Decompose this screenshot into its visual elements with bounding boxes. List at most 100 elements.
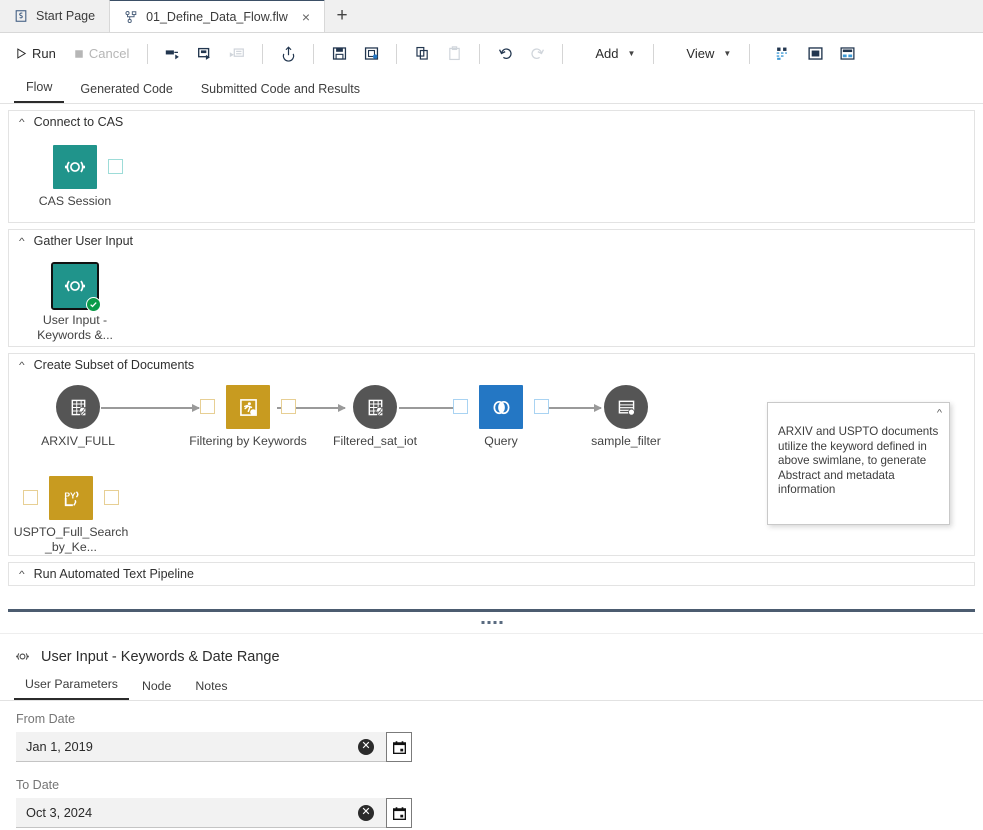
copy-icon[interactable] <box>407 40 437 68</box>
add-menu-button[interactable]: Add ▼ <box>587 40 643 68</box>
annotation-text: ARXIV and USPTO documents utilize the ke… <box>778 425 939 496</box>
node-cas-session[interactable]: CAS Session <box>11 145 139 209</box>
node-input-port[interactable] <box>200 399 215 414</box>
chevron-up-icon[interactable]: ^ <box>19 569 25 579</box>
upload-icon[interactable] <box>273 40 303 68</box>
from-date-value: Jan 1, 2019 <box>26 739 93 754</box>
tab-flow-file[interactable]: 01_Define_Data_Flow.flw × <box>109 0 326 32</box>
node-query[interactable]: Query <box>437 385 565 449</box>
node-icon-box <box>604 385 648 429</box>
node-arxiv-full[interactable]: ARXIV_FULL <box>14 385 142 449</box>
swimlane-header[interactable]: ^ Connect to CAS <box>9 111 974 133</box>
add-menu-label: Add <box>595 46 619 61</box>
cancel-button: Cancel <box>66 40 137 68</box>
run-selected-node-icon[interactable] <box>190 40 220 68</box>
swimlane-body: User Input - Keywords &... <box>9 252 974 342</box>
from-date-input[interactable]: Jan 1, 2019 ✕ <box>16 732 386 762</box>
node-sample-filter[interactable]: sample_filter <box>562 385 690 449</box>
field-from-date: From Date Jan 1, 2019 ✕ <box>0 712 983 762</box>
node-filtering-by-keywords[interactable]: Filtering by Keywords <box>184 385 312 449</box>
calendar-icon <box>392 806 407 821</box>
view-menu-button[interactable]: View ▼ <box>678 40 739 68</box>
chevron-up-icon[interactable]: ^ <box>19 360 25 370</box>
node-shell: PY <box>23 476 119 520</box>
save-as-icon[interactable] <box>356 40 386 68</box>
node-label: Filtered_sat_iot <box>332 434 418 448</box>
chevron-up-icon[interactable]: ^ <box>19 117 25 127</box>
grip-dot <box>481 621 484 624</box>
toolbar-divider <box>653 43 655 64</box>
node-filtered-sat-iot[interactable]: Filtered_sat_iot <box>311 385 439 449</box>
from-date-calendar-button[interactable] <box>386 732 412 762</box>
properties-title-label: User Input - Keywords & Date Range <box>41 648 280 665</box>
node-input-port[interactable] <box>453 399 468 414</box>
new-tab-button[interactable]: + <box>325 0 359 32</box>
tab-node[interactable]: Node <box>131 679 182 700</box>
swimlane-header[interactable]: ^ Create Subset of Documents <box>9 354 974 376</box>
node-icon-box <box>51 262 101 312</box>
close-icon[interactable]: × <box>302 10 310 24</box>
clear-icon[interactable]: ✕ <box>358 738 374 755</box>
to-date-input[interactable]: Oct 3, 2024 ✕ <box>16 798 386 828</box>
properties-title: User Input - Keywords & Date Range <box>0 644 983 665</box>
tab-generated-code[interactable]: Generated Code <box>68 82 184 103</box>
node-output-port[interactable] <box>281 399 296 414</box>
save-icon[interactable] <box>324 40 354 68</box>
run-button[interactable]: Run <box>8 40 64 68</box>
panel-splitter[interactable] <box>0 612 983 634</box>
node-output-port[interactable] <box>104 490 119 505</box>
swimlane-create-subset-of-documents: ^ Create Subset of Documents ARXIV_FULL … <box>8 353 975 556</box>
annotation-note[interactable]: ^ ARXIV and USPTO documents utilize the … <box>767 402 950 525</box>
swimlane-title: Gather User Input <box>33 234 133 248</box>
swimlane-header[interactable]: ^ Gather User Input <box>9 230 974 252</box>
field-row: Jan 1, 2019 ✕ <box>16 732 983 762</box>
to-date-calendar-button[interactable] <box>386 798 412 828</box>
node-uspto-full-search[interactable]: PY USPTO_Full_Search_by_Ke... <box>7 476 135 555</box>
node-output-port[interactable] <box>108 159 123 174</box>
chevron-up-icon[interactable]: ^ <box>937 408 942 418</box>
toolbar-divider <box>313 43 315 64</box>
toolbar: Run Cancel Add ▼ View ▼ <box>0 33 983 74</box>
cas-session-icon <box>14 648 31 665</box>
undo-icon[interactable] <box>490 40 520 68</box>
table-filter-icon <box>615 396 638 419</box>
flow-canvas[interactable]: ^ Connect to CAS CAS Session ^ Gather Us… <box>0 104 983 609</box>
tab-flow[interactable]: Flow <box>14 80 65 103</box>
show-properties-icon[interactable] <box>800 40 830 68</box>
tab-start-page[interactable]: Start Page <box>0 0 109 32</box>
tab-user-parameters[interactable]: User Parameters <box>14 677 129 700</box>
node-input-port[interactable] <box>23 490 38 505</box>
grip-dot <box>493 621 496 624</box>
grip-dot <box>499 621 502 624</box>
to-date-value: Oct 3, 2024 <box>26 805 93 820</box>
node-shell <box>200 385 296 429</box>
node-label: sample_filter <box>591 434 661 448</box>
node-shell <box>598 385 654 429</box>
run-from-node-icon[interactable] <box>158 40 188 68</box>
node-label: USPTO_Full_Search_by_Ke... <box>13 525 129 554</box>
splitter-grip-handle[interactable] <box>481 621 502 624</box>
success-check-icon <box>86 297 101 312</box>
node-icon-box <box>353 385 397 429</box>
node-icon-box <box>226 385 270 429</box>
view-tab-bar: Flow Generated Code Submitted Code and R… <box>0 74 983 104</box>
toolbar-divider <box>562 43 564 64</box>
properties-tab-bar: User Parameters Node Notes <box>0 677 983 701</box>
layout-options-icon[interactable] <box>768 40 798 68</box>
swimlane-body: CAS Session <box>9 133 974 208</box>
grip-dot <box>487 621 490 624</box>
tab-notes[interactable]: Notes <box>184 679 238 700</box>
node-output-port[interactable] <box>534 399 549 414</box>
table-icon <box>67 396 90 419</box>
sas-logo-icon <box>14 9 28 23</box>
view-menu-label: View <box>686 46 715 61</box>
calendar-icon <box>392 740 407 755</box>
clear-icon[interactable]: ✕ <box>358 804 374 821</box>
node-shell <box>347 385 403 429</box>
node-user-input[interactable]: User Input - Keywords &... <box>11 262 139 343</box>
swimlane-title: Create Subset of Documents <box>33 358 195 372</box>
tab-submitted-code-and-results[interactable]: Submitted Code and Results <box>189 82 372 103</box>
chevron-up-icon[interactable]: ^ <box>19 236 25 246</box>
swimlane-header[interactable]: ^ Run Automated Text Pipeline <box>9 563 974 585</box>
split-view-icon[interactable] <box>832 40 862 68</box>
